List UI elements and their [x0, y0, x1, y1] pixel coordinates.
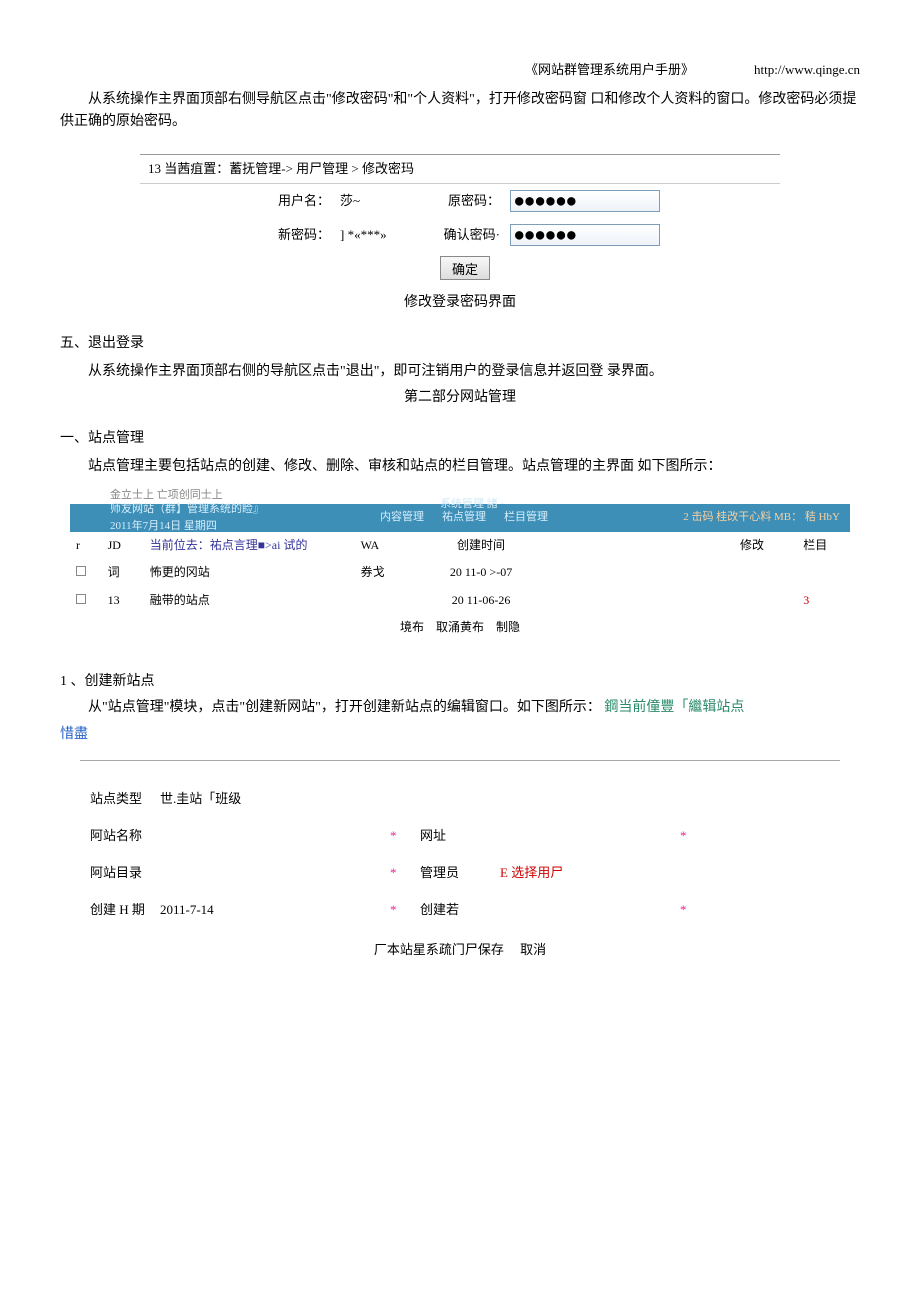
table-row: 词 怖更的冈站 券戈 20 11-0 >-07 [70, 559, 850, 586]
row-name: 怖更的冈站 [144, 559, 355, 586]
sub1-title: 1 、创建新站点 [60, 671, 860, 693]
row-checkbox[interactable] [76, 594, 86, 604]
site-ops-bar: 境布 取涌黄布 制隐 [70, 614, 850, 641]
password-form-screenshot: 13 当茜疽置：蓄抚管理-> 用尸管理 > 修改密玛 用户名： 莎~ 原密码： … [140, 154, 780, 283]
row-id: 词 [102, 559, 144, 586]
password-caption: 修改登录密码界面 [60, 292, 860, 314]
row-time: 20 11-0 >-07 [418, 559, 544, 586]
username-value: 莎~ [340, 191, 420, 212]
site-mgr-body: 站点管理主要包括站点的创建、修改、删除、审核和站点的栏目管理。站点管理的主界面 … [60, 456, 860, 478]
breadcrumb-link[interactable]: 鋼当前僮豐「繼辑站点 [604, 700, 744, 715]
confirm-password-input[interactable] [510, 224, 660, 246]
col-wa: WA [355, 532, 418, 559]
required-star: * [390, 863, 420, 884]
dir-label: 阿站目录 [80, 863, 160, 884]
old-password-label: 原密码： [420, 191, 510, 212]
required-star: * [680, 900, 710, 921]
nav-column[interactable]: 栏目管理 [504, 509, 548, 527]
site-manager-screenshot: 金立士上 亡项创同士上 师友网站（群】管理系统的睑』 2011年7月14日 星期… [70, 487, 850, 641]
col-column: 栏目 [797, 532, 850, 559]
url-label: 网址 [420, 826, 500, 847]
section-5-body: 从系统操作主界面顶部右侧的导航区点击"退出"，即可注销用户的登录信息并返回登 录… [60, 361, 860, 383]
col-time: 创建时间 [418, 532, 544, 559]
part2-title: 第二部分网站管理 [60, 387, 860, 409]
banner-date: 2011年7月14日 星期四 [110, 518, 264, 536]
row-time: 20 11-06-26 [418, 587, 544, 614]
site-mgr-title: 一、站点管理 [60, 428, 860, 450]
col-id: JD [102, 532, 144, 559]
sub1-body: 从"站点管理"模块，点击"创建新网站"，打开创建新站点的编辑窗口。如下图所示： … [60, 697, 860, 719]
nav-content[interactable]: 内容管理 [380, 509, 424, 527]
date-value[interactable]: 2011-7-14 [160, 900, 390, 921]
admin-select[interactable]: E 选择用尸 [500, 863, 680, 884]
new-password-value: ] *«***» [340, 225, 420, 246]
row-id: 13 [102, 587, 144, 614]
save-button[interactable]: 厂本站星系疏门尸保存 [374, 942, 504, 957]
old-password-input[interactable] [510, 190, 660, 212]
cancel-button[interactable]: 取消 [520, 942, 546, 957]
type-label: 站点类型 [80, 789, 160, 810]
creator-label: 创建若 [420, 900, 500, 921]
required-star: * [680, 826, 710, 847]
create-site-form: 站点类型 世.圭站「班级 阿站名称 * 网址 * 阿站目录 * 管理员 E 选择… [80, 760, 840, 961]
sub1-body-text: 从"站点管理"模块，点击"创建新网站"，打开创建新站点的编辑窗口。如下图所示： [88, 700, 601, 715]
breadcrumb-link-2[interactable]: 惜盡 [60, 724, 860, 746]
col-location: 当前位去：祐点言理■>ai 试的 [144, 532, 355, 559]
confirm-password-label: 确认密码· [420, 225, 510, 246]
type-value[interactable]: 世.圭站「班级 [160, 789, 390, 810]
new-password-label: 新密码： [140, 225, 340, 246]
required-star: * [390, 900, 420, 921]
row-checkbox[interactable] [76, 566, 86, 576]
site-banner: 师友网站（群】管理系统的睑』 2011年7月14日 星期四 系统管理 諸 · 内… [70, 504, 850, 532]
row-wa: 券戈 [355, 559, 418, 586]
name-label: 阿站名称 [80, 826, 160, 847]
required-star: * [390, 826, 420, 847]
intro-paragraph: 从系统操作主界面顶部右侧导航区点击"修改密码"和"个人资料"，打开修改密码窗 口… [60, 89, 860, 134]
table-row: 13 融带的站点 20 11-06-26 3 [70, 587, 850, 614]
row-name: 融带的站点 [144, 587, 355, 614]
col-modify: 修改 [734, 532, 797, 559]
banner-right: 2 击码 桂改干心料 MB： 秸 HbY [683, 509, 850, 527]
doc-url: http://www.qinge.cn [754, 60, 860, 81]
username-label: 用户名： [140, 191, 340, 212]
date-label: 创建 H 期 [80, 900, 160, 921]
col-check: r [70, 532, 102, 559]
date-label-text: 创建 H 期 [90, 902, 145, 917]
submit-button[interactable]: 确定 [440, 256, 490, 280]
site-table: r JD 当前位去：祐点言理■>ai 试的 WA 创建时间 修改 栏目 词 怖更… [70, 532, 850, 614]
row-col-link[interactable]: 3 [797, 587, 850, 614]
table-header-row: r JD 当前位去：祐点言理■>ai 试的 WA 创建时间 修改 栏目 [70, 532, 850, 559]
admin-label: 管理员 [420, 863, 500, 884]
breadcrumb: 13 当茜疽置：蓄抚管理-> 用尸管理 > 修改密玛 [140, 154, 780, 185]
doc-title: 《网站群管理系统用户手册》 [525, 60, 694, 81]
banner-title: 师友网站（群】管理系统的睑』 [110, 501, 264, 519]
section-5-title: 五、退出登录 [60, 333, 860, 355]
banner-sys-head: 系统管理 諸 · [440, 496, 504, 514]
